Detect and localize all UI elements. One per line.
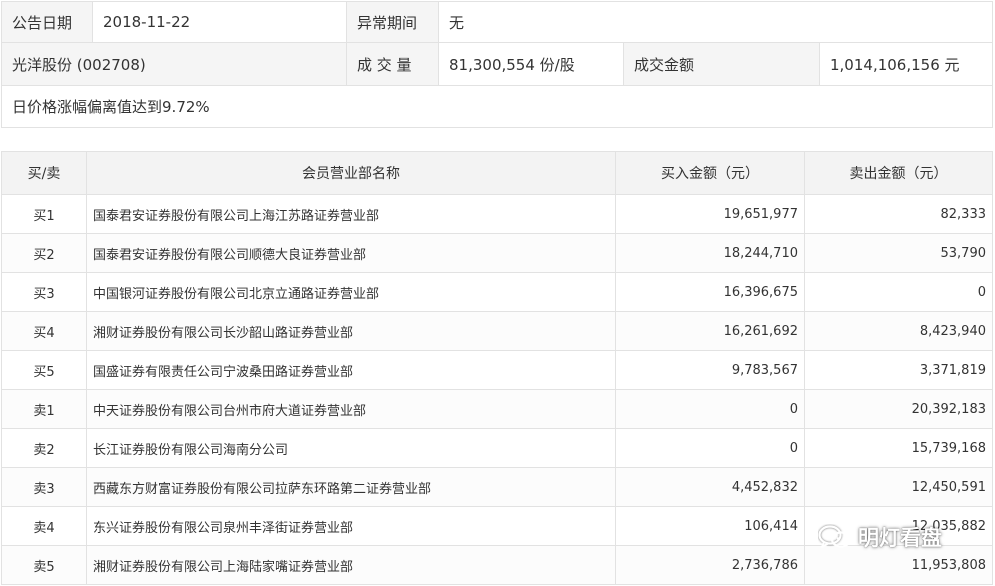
row-side: 买3 (1, 272, 87, 312)
row-side: 卖1 (1, 389, 87, 429)
row-sell-amount: 12,450,591 (804, 467, 993, 507)
header-side: 买/卖 (1, 151, 87, 195)
amount-label: 成交金额 (623, 42, 820, 86)
header-broker-name: 会员营业部名称 (86, 151, 616, 195)
row-broker-name: 中国银河证券股份有限公司北京立通路证券营业部 (86, 272, 616, 312)
stock-info-table: 公告日期 2018-11-22 异常期间 无 光洋股份 (002708) 成 交… (0, 1, 994, 128)
row-buy-amount: 19,651,977 (615, 194, 805, 234)
row-side: 卖3 (1, 467, 87, 507)
table-row: 买4 湘财证券股份有限公司长沙韶山路证券营业部 16,261,692 8,423… (1, 311, 993, 351)
header-sell-amount: 卖出金额（元） (804, 151, 993, 195)
row-sell-amount: 11,953,808 (804, 545, 993, 585)
table-row: 卖5 湘财证券股份有限公司上海陆家嘴证券营业部 2,736,786 11,953… (1, 545, 993, 585)
announce-date-label: 公告日期 (1, 1, 93, 43)
table-row: 买1 国泰君安证券股份有限公司上海江苏路证券营业部 19,651,977 82,… (1, 194, 993, 234)
table-row: 卖4 东兴证券股份有限公司泉州丰泽街证券营业部 106,414 12,035,8… (1, 506, 993, 546)
table-row: 卖3 西藏东方财富证券股份有限公司拉萨东环路第二证券营业部 4,452,832 … (1, 467, 993, 507)
row-sell-amount: 8,423,940 (804, 311, 993, 351)
row-buy-amount: 9,783,567 (615, 350, 805, 390)
stock-name: 光洋股份 (002708) (1, 42, 347, 86)
row-buy-amount: 16,261,692 (615, 311, 805, 351)
row-sell-amount: 82,333 (804, 194, 993, 234)
row-broker-name: 国盛证券有限责任公司宁波桑田路证券营业部 (86, 350, 616, 390)
header-buy-amount: 买入金额（元） (615, 151, 805, 195)
info-row-date: 公告日期 2018-11-22 异常期间 无 (1, 1, 994, 43)
row-side: 买5 (1, 350, 87, 390)
table-row: 买3 中国银河证券股份有限公司北京立通路证券营业部 16,396,675 0 (1, 272, 993, 312)
row-sell-amount: 12,035,882 (804, 506, 993, 546)
row-buy-amount: 106,414 (615, 506, 805, 546)
row-buy-amount: 0 (615, 389, 805, 429)
abnormal-reason: 日价格涨幅偏离值达到9.72% (0, 85, 994, 128)
row-side: 卖2 (1, 428, 87, 468)
row-side: 买2 (1, 233, 87, 273)
row-side: 买4 (1, 311, 87, 351)
row-broker-name: 东兴证券股份有限公司泉州丰泽街证券营业部 (86, 506, 616, 546)
info-row-reason: 日价格涨幅偏离值达到9.72% (0, 85, 994, 128)
table-row: 买2 国泰君安证券股份有限公司顺德大良证券营业部 18,244,710 53,7… (1, 233, 993, 273)
table-row: 卖2 长江证券股份有限公司海南分公司 0 15,739,168 (1, 428, 993, 468)
row-buy-amount: 4,452,832 (615, 467, 805, 507)
row-broker-name: 国泰君安证券股份有限公司顺德大良证券营业部 (86, 233, 616, 273)
row-buy-amount: 18,244,710 (615, 233, 805, 273)
announce-date-value: 2018-11-22 (92, 1, 347, 43)
row-broker-name: 湘财证券股份有限公司上海陆家嘴证券营业部 (86, 545, 616, 585)
row-buy-amount: 2,736,786 (615, 545, 805, 585)
row-sell-amount: 20,392,183 (804, 389, 993, 429)
amount-value: 1,014,106,156 元 (818, 42, 994, 86)
row-broker-name: 中天证券股份有限公司台州市府大道证券营业部 (86, 389, 616, 429)
row-broker-name: 西藏东方财富证券股份有限公司拉萨东环路第二证券营业部 (86, 467, 616, 507)
row-sell-amount: 53,790 (804, 233, 993, 273)
table-row: 买5 国盛证券有限责任公司宁波桑田路证券营业部 9,783,567 3,371,… (1, 350, 993, 390)
row-buy-amount: 0 (615, 428, 805, 468)
info-row-stock: 光洋股份 (002708) 成 交 量 81,300,554 份/股 成交金额 … (1, 42, 994, 86)
row-sell-amount: 15,739,168 (804, 428, 993, 468)
row-broker-name: 长江证券股份有限公司海南分公司 (86, 428, 616, 468)
broker-trades-table: 买/卖 会员营业部名称 买入金额（元） 卖出金额（元） 买1 国泰君安证券股份有… (1, 151, 993, 585)
row-sell-amount: 3,371,819 (804, 350, 993, 390)
abnormal-period-value: 无 (437, 1, 994, 43)
table-header-row: 买/卖 会员营业部名称 买入金额（元） 卖出金额（元） (1, 151, 993, 195)
volume-value: 81,300,554 份/股 (438, 42, 624, 86)
row-side: 卖5 (1, 545, 87, 585)
row-side: 买1 (1, 194, 87, 234)
abnormal-period-label: 异常期间 (346, 1, 439, 43)
row-side: 卖4 (1, 506, 87, 546)
row-broker-name: 湘财证券股份有限公司长沙韶山路证券营业部 (86, 311, 616, 351)
table-row: 卖1 中天证券股份有限公司台州市府大道证券营业部 0 20,392,183 (1, 389, 993, 429)
row-broker-name: 国泰君安证券股份有限公司上海江苏路证券营业部 (86, 194, 616, 234)
row-sell-amount: 0 (804, 272, 993, 312)
volume-label: 成 交 量 (346, 42, 439, 86)
row-buy-amount: 16,396,675 (615, 272, 805, 312)
